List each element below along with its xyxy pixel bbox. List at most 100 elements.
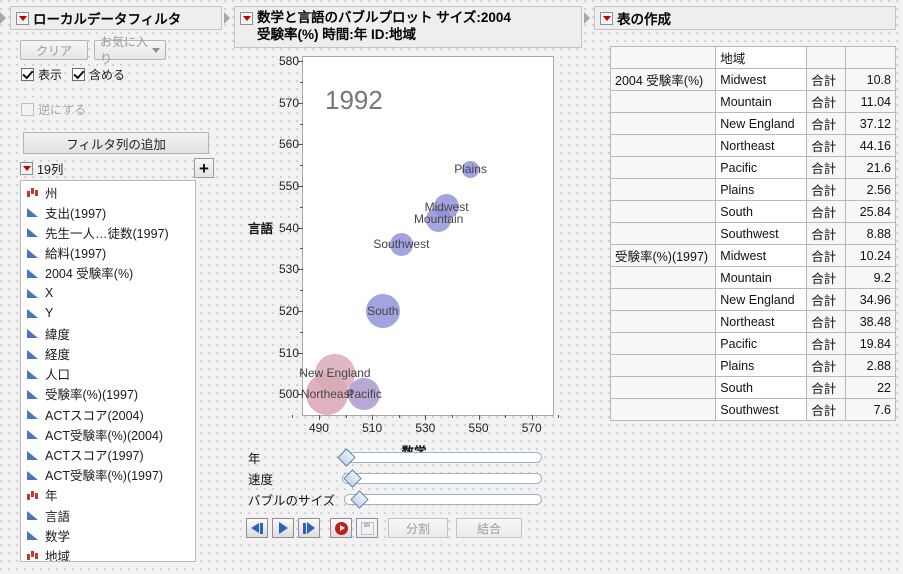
add-column-plus-button[interactable]: + (194, 158, 214, 178)
table-cell-region: South (715, 376, 808, 399)
slider-track-year[interactable] (342, 452, 542, 463)
table-cell-stat: 合計 (806, 112, 847, 135)
slider-track-bubble-size[interactable] (344, 494, 542, 505)
table-panel-header[interactable]: 表の作成 (594, 6, 896, 30)
table-row[interactable]: Southwest 合計 7.6 (609, 398, 896, 421)
columns-red-triangle-icon[interactable] (20, 161, 33, 175)
table-cell-region: Mountain (715, 266, 808, 289)
continuous-column-icon (26, 226, 40, 238)
continuous-column-icon (26, 327, 40, 339)
y-axis-minor-tick-mark (300, 248, 303, 250)
column-list-item[interactable]: 州 (21, 182, 195, 202)
table-row[interactable]: Mountain 合計 9.2 (609, 266, 896, 289)
slider-track-speed[interactable] (342, 473, 542, 484)
table-cell-stat: 合計 (806, 134, 847, 157)
column-list-item[interactable]: X (21, 283, 195, 303)
graph-panel-header[interactable]: 数学と言語のバブルプロット サイズ:2004 受験率(%) 時間:年 ID:地域 (234, 6, 582, 48)
continuous-column-icon (26, 368, 40, 380)
table-row[interactable]: 2004 受験率(%) Midwest 合計 10.8 (609, 68, 896, 91)
step-forward-button[interactable] (298, 518, 320, 538)
panel-disclosure-icon[interactable] (0, 12, 6, 24)
continuous-column-icon (26, 206, 40, 218)
column-list-item[interactable]: ACT受験率(%)(1997) (21, 465, 195, 485)
plot-area[interactable]: 1992 500 510 520 530 540 550 560 570 580 490 510 53… (279, 40, 560, 435)
table-cell-stat: 合計 (806, 376, 847, 399)
combine-button[interactable]: 結合 (456, 518, 522, 538)
column-list-item[interactable]: 2004 受験率(%) (21, 263, 195, 283)
column-list-item[interactable]: 人口 (21, 364, 195, 384)
include-checkbox[interactable] (72, 68, 86, 81)
column-list-item[interactable]: 数学 (21, 525, 195, 545)
record-button[interactable] (330, 518, 352, 538)
y-axis-minor-tick-mark (300, 40, 303, 42)
table-row[interactable]: Pacific 合計 21.6 (609, 156, 896, 179)
x-axis-tick-label: 550 (468, 421, 489, 435)
table-row[interactable]: 受験率(%)(1997) Midwest 合計 10.24 (609, 244, 896, 267)
table-cell-group (609, 222, 717, 245)
column-list-item[interactable]: 先生一人…徒数(1997) (21, 222, 195, 242)
table-cell-value: 10.8 (845, 68, 896, 91)
table-red-triangle-menu-icon[interactable] (600, 11, 613, 25)
step-back-button[interactable] (246, 518, 268, 538)
column-list-item-label: 地域 (45, 549, 71, 562)
column-list-item[interactable]: ACTスコア(2004) (21, 404, 195, 424)
table-cell-stat: 合計 (806, 90, 847, 113)
split-button[interactable]: 分割 (388, 518, 448, 538)
save-button[interactable] (356, 518, 378, 538)
column-list-item[interactable]: 受験率(%)(1997) (21, 384, 195, 404)
table-row[interactable]: South 合計 25.84 (609, 200, 896, 223)
column-list-item[interactable]: 経度 (21, 344, 195, 364)
table-row[interactable]: New England 合計 34.96 (609, 288, 896, 311)
table-cell-value: 11.04 (845, 90, 896, 113)
column-list-item-label: Y (45, 306, 54, 321)
play-button[interactable] (272, 518, 294, 538)
table-row[interactable]: New England 合計 37.12 (609, 112, 896, 135)
column-list[interactable]: 州支出(1997) 先生一人…徒数(1997) 給料(1997) 2004 受験率(%… (20, 180, 196, 562)
table-cell-stat: 合計 (806, 156, 847, 179)
table-row[interactable]: Plains 合計 2.56 (609, 178, 896, 201)
table-row[interactable]: Northeast 合計 44.16 (609, 134, 896, 157)
column-list-item-label: 数学 (45, 529, 71, 544)
column-list-item[interactable]: 給料(1997) (21, 243, 195, 263)
column-list-item[interactable]: 言語 (21, 505, 195, 525)
column-list-item[interactable]: 地域 (21, 545, 195, 562)
table-row[interactable]: Plains 合計 2.88 (609, 354, 896, 377)
invert-checkbox[interactable] (21, 103, 34, 116)
y-axis-tick-label: 510 (278, 345, 299, 360)
red-triangle-menu-icon[interactable] (16, 11, 29, 25)
table-row[interactable]: Mountain 合計 11.04 (609, 90, 896, 113)
graph-panel-disclosure-icon[interactable] (224, 12, 230, 24)
table-panel-disclosure-icon[interactable] (584, 12, 590, 24)
x-axis-tick-label: 490 (308, 421, 329, 435)
graph-red-triangle-menu-icon[interactable] (240, 12, 253, 25)
table-cell-value: 2.88 (845, 354, 896, 377)
add-filter-column-button[interactable]: フィルタ列の追加 (23, 132, 209, 154)
table-cell-region: Pacific (715, 332, 808, 355)
favorites-dropdown[interactable]: お気に入り (94, 35, 166, 66)
column-list-item[interactable]: 年 (21, 485, 195, 505)
table-cell-stat: 合計 (806, 398, 847, 421)
table-header-region: 地域 (715, 46, 808, 69)
column-list-item[interactable]: 緯度 (21, 323, 195, 343)
show-checkbox[interactable] (21, 68, 34, 81)
column-list-item-label: ACT受験率(%)(1997) (45, 469, 164, 484)
show-label: 表示 (38, 68, 63, 82)
table-row[interactable]: South 合計 22 (609, 376, 896, 399)
column-list-item[interactable]: Y (21, 303, 195, 323)
column-list-item[interactable]: ACTスコア(1997) (21, 444, 195, 464)
table-row[interactable]: Southwest 合計 8.88 (609, 222, 896, 245)
table-cell-stat: 合計 (806, 332, 847, 355)
data-point-label: Midwest (424, 199, 469, 214)
table-header-value (845, 46, 896, 69)
filter-panel-header[interactable]: ローカルデータフィルタ (10, 6, 222, 30)
table-row[interactable]: Pacific 合計 19.84 (609, 332, 896, 355)
clear-button[interactable]: クリア (20, 40, 88, 60)
continuous-column-icon (26, 287, 40, 299)
x-axis-tick-mark (531, 415, 533, 420)
column-list-item[interactable]: 支出(1997) (21, 202, 195, 222)
local-data-filter-panel: ローカルデータフィルタ クリア お気に入り 表示 含める 逆にする フィルタ列の… (0, 6, 222, 562)
column-list-item[interactable]: ACT受験率(%)(2004) (21, 424, 195, 444)
table-row[interactable]: Northeast 合計 38.48 (609, 310, 896, 333)
data-point-label: Southwest (373, 237, 430, 252)
slider-label-year: 年 (248, 451, 261, 466)
